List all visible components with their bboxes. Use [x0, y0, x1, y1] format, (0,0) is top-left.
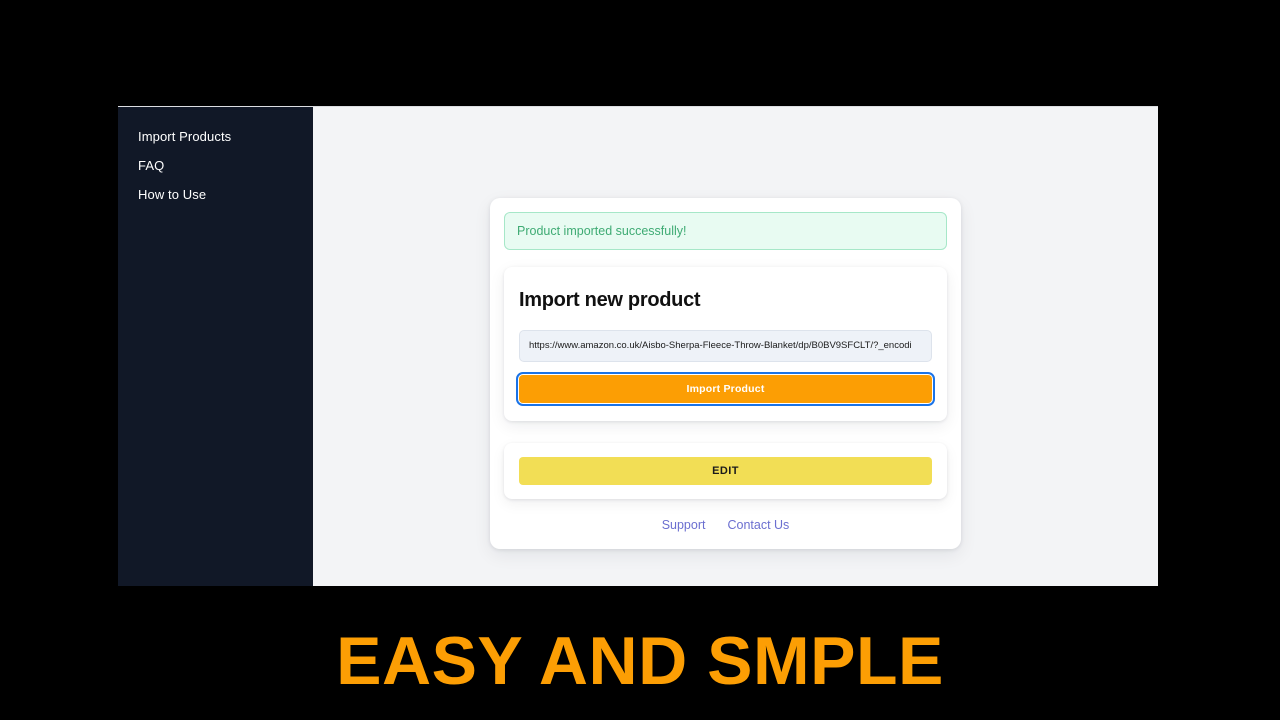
- screen-canvas: Import Products FAQ How to Use Product i…: [0, 0, 1280, 720]
- promo-caption: EASY AND SMPLE: [336, 623, 944, 699]
- sidebar: Import Products FAQ How to Use: [118, 107, 313, 586]
- support-link[interactable]: Support: [662, 517, 706, 533]
- product-url-input[interactable]: [519, 330, 932, 362]
- sidebar-item-label: FAQ: [138, 158, 165, 173]
- sidebar-item-import-products[interactable]: Import Products: [118, 129, 313, 145]
- success-alert: Product imported successfully!: [504, 212, 947, 250]
- success-alert-message: Product imported successfully!: [517, 224, 687, 238]
- footer-links: Support Contact Us: [504, 517, 947, 533]
- sidebar-item-faq[interactable]: FAQ: [118, 158, 313, 174]
- edit-button[interactable]: EDIT: [519, 457, 932, 485]
- edit-card: EDIT: [504, 443, 947, 499]
- app-window: Import Products FAQ How to Use Product i…: [118, 106, 1158, 586]
- import-form-card: Import new product Import Product: [504, 267, 947, 421]
- sidebar-item-label: How to Use: [138, 187, 207, 202]
- page-title: Import new product: [519, 289, 701, 311]
- sidebar-item-label: Import Products: [138, 129, 232, 144]
- main-content: Product imported successfully! Import ne…: [313, 107, 1158, 586]
- contact-us-link[interactable]: Contact Us: [727, 517, 789, 533]
- import-product-button[interactable]: Import Product: [516, 372, 935, 406]
- sidebar-item-how-to-use[interactable]: How to Use: [118, 187, 313, 203]
- import-panel: Product imported successfully! Import ne…: [490, 198, 961, 549]
